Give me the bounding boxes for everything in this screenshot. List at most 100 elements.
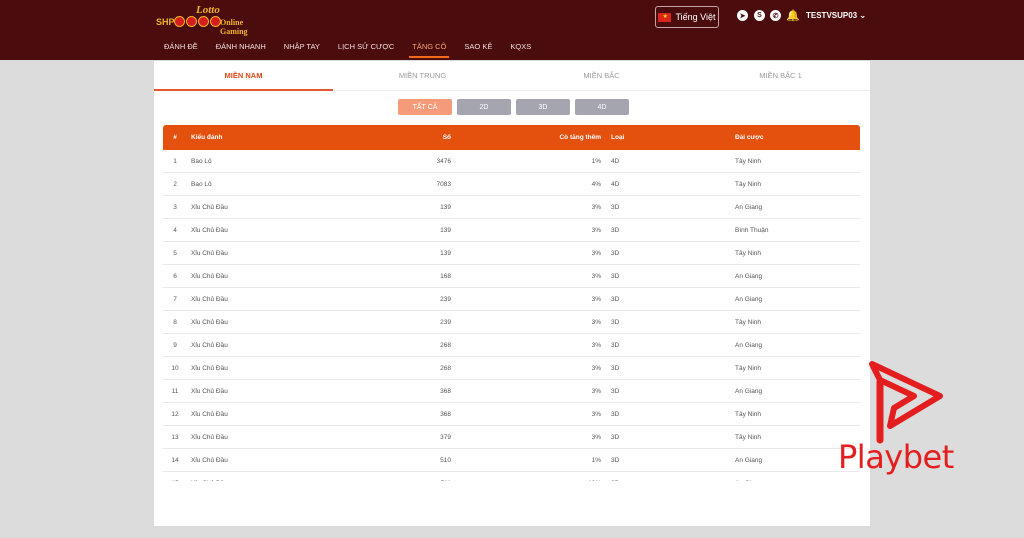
table-cell: 3%	[591, 272, 601, 280]
table-row: 10 Xỉu Chủ Đầu 268 3% 3D Tây Ninh	[163, 357, 860, 380]
phone-icon[interactable]: ✆	[770, 10, 781, 21]
table-cell: 3D	[611, 410, 620, 418]
table-cell: 368	[440, 410, 451, 418]
table-cell: Xỉu Chủ Đầu	[191, 295, 228, 303]
table-cell: 239	[440, 318, 451, 326]
table-cell: An Giang	[735, 295, 763, 303]
table-cell: Xỉu Chủ Đầu	[191, 203, 228, 211]
table-cell: 3%	[591, 226, 601, 234]
skype-icon[interactable]: S	[754, 10, 765, 21]
table-cell: An Giang	[735, 272, 763, 280]
nav-item[interactable]: ĐÁNH ĐỀ	[155, 40, 207, 60]
table-cell: 4D	[611, 157, 620, 165]
table-row: 6 Xỉu Chủ Đầu 168 3% 3D An Giang	[163, 265, 860, 288]
table-cell: 3%	[591, 410, 601, 418]
region-tabs: MIỀN NAM MIỀN TRUNG MIỀN BẮC MIỀN BẮC 1	[154, 65, 870, 91]
table-cell: 15	[163, 480, 187, 482]
nav-item[interactable]: KQXS	[501, 40, 540, 60]
chevron-down-icon: ⌄	[859, 11, 867, 20]
logo-right-text: Online Gaming	[220, 18, 248, 36]
table-row: 12 Xỉu Chủ Đầu 368 3% 3D Tây Ninh	[163, 403, 860, 426]
table-cell: 139	[440, 249, 451, 257]
table-cell: 3D	[611, 249, 620, 257]
table-cell: 3D	[611, 295, 620, 303]
table-cell: 4%	[591, 180, 601, 188]
filter-button[interactable]: 4D	[575, 99, 629, 115]
table-cell: 3D	[611, 272, 620, 280]
table-row: 9 Xỉu Chủ Đầu 268 3% 3D An Giang	[163, 334, 860, 357]
table-cell: Xỉu Chủ Đầu	[191, 249, 228, 257]
table-cell: 4D	[611, 180, 620, 188]
column-header: Đài cược	[735, 134, 764, 141]
telegram-icon[interactable]: ➤	[737, 10, 748, 21]
table-cell: 3D	[601, 480, 735, 482]
filter-button[interactable]: 2D	[457, 99, 511, 115]
region-tab[interactable]: MIỀN BẮC 1	[691, 65, 870, 90]
table-cell: Xỉu Chủ Đầu	[191, 364, 228, 372]
table-cell: 3%	[591, 203, 601, 211]
table-cell: 3%	[591, 318, 601, 326]
nav-item[interactable]: ĐÁNH NHANH	[207, 40, 275, 60]
main-nav: ĐÁNH ĐỀ ĐÁNH NHANH NHẬP TAY LỊCH SỬ CƯỢC TĂN…	[155, 40, 540, 60]
table-cell: 2	[173, 180, 177, 188]
region-tab[interactable]: MIỀN BẮC	[512, 65, 691, 90]
column-header: Số	[442, 134, 451, 141]
table-cell: 3	[173, 203, 177, 211]
region-tab[interactable]: MIỀN TRUNG	[333, 65, 512, 90]
table-cell: Tây Ninh	[735, 318, 762, 326]
filter-button[interactable]: TẤT CẢ	[398, 99, 452, 115]
table-cell: 3D	[611, 341, 620, 349]
nav-item[interactable]: LỊCH SỬ CƯỢC	[329, 40, 403, 60]
table-cell: Xỉu Chủ Đầu	[191, 226, 228, 234]
table-cell: 3D	[611, 456, 620, 464]
table-row: 15Xỉu Chủ Đầu51110%3DAn Giang	[163, 472, 860, 482]
bell-icon[interactable]: 🔔	[786, 9, 800, 22]
playbet-watermark: Playbet	[832, 356, 982, 486]
table-cell: 3D	[611, 318, 620, 326]
user-menu[interactable]: TESTVSUP03 ⌄	[806, 11, 866, 20]
table-cell: 5	[173, 249, 177, 257]
nav-item[interactable]: TĂNG CÔ	[403, 40, 455, 60]
table-cell: 368	[440, 387, 451, 395]
table-cell: 7083	[436, 180, 451, 188]
username: TESTVSUP03	[806, 11, 858, 20]
table-row: 4 Xỉu Chủ Đầu 139 3% 3D Bình Thuận	[163, 219, 860, 242]
nav-item[interactable]: NHẬP TAY	[275, 40, 329, 60]
table-row: 1 Bao Lô 3476 1% 4D Tây Ninh	[163, 150, 860, 173]
main-panel: MIỀN NAM MIỀN TRUNG MIỀN BẮC MIỀN BẮC 1 TẤT…	[154, 61, 870, 526]
table-cell: 379	[440, 433, 451, 441]
site-logo[interactable]: Lotto SHP Online Gaming	[156, 4, 264, 36]
column-header: #	[173, 134, 177, 141]
table-cell: 13	[171, 433, 179, 441]
table-cell: 10%	[451, 480, 601, 482]
table-cell: Bao Lô	[191, 157, 212, 165]
table-cell: 7	[173, 295, 177, 303]
table-cell: 168	[440, 272, 451, 280]
region-tab[interactable]: MIỀN NAM	[154, 65, 333, 91]
table-row: 5 Xỉu Chủ Đầu 139 3% 3D Tây Ninh	[163, 242, 860, 265]
language-selector[interactable]: Tiếng Việt	[655, 6, 719, 28]
table-cell: 3%	[591, 364, 601, 372]
watermark-text: Playbet	[838, 438, 954, 476]
language-label: Tiếng Việt	[675, 12, 716, 22]
table-cell: 8	[173, 318, 177, 326]
table-cell: Xỉu Chủ Đầu	[191, 272, 228, 280]
table-cell: 3476	[436, 157, 451, 165]
logo-top-text: Lotto	[196, 4, 220, 16]
table-cell: 510	[440, 456, 451, 464]
table-cell: An Giang	[735, 341, 763, 349]
table-cell: Xỉu Chủ Đầu	[191, 341, 228, 349]
table-cell: 10	[171, 364, 179, 372]
table-cell: 511	[377, 480, 451, 482]
table-row: 2 Bao Lô 7083 4% 4D Tây Ninh	[163, 173, 860, 196]
filter-button[interactable]: 3D	[516, 99, 570, 115]
nav-item[interactable]: SAO KÊ	[455, 40, 501, 60]
table-cell: 11	[171, 387, 179, 395]
table-cell: Bình Thuận	[735, 226, 769, 234]
bet-table: # Kiểu đánh Số Cò tăng thêm Loại Đài cược 1 Ba…	[163, 125, 860, 481]
table-cell: 1%	[591, 456, 601, 464]
column-header: Cò tăng thêm	[559, 134, 601, 141]
table-cell: 3D	[611, 387, 620, 395]
table-cell: Xỉu Chủ Đầu	[191, 410, 228, 418]
table-cell: 4	[173, 226, 177, 234]
